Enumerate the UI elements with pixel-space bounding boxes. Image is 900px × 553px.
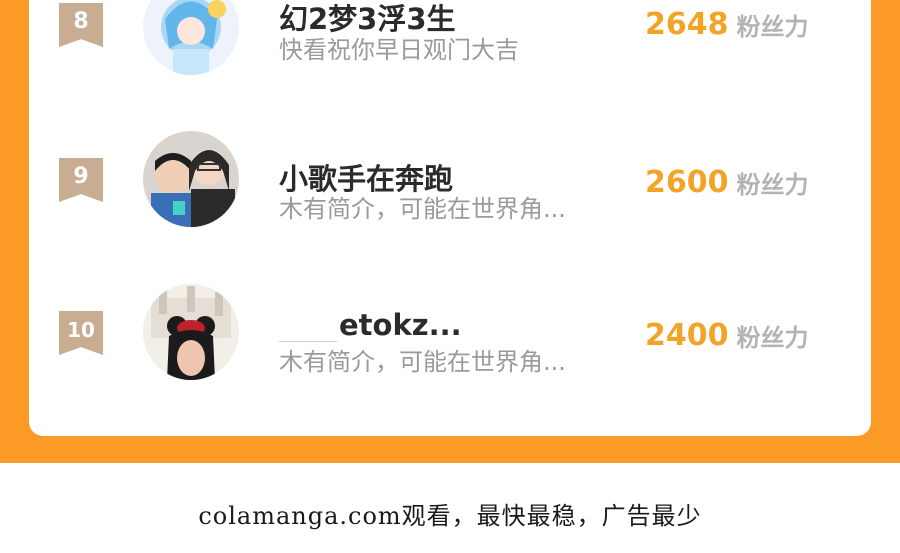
footer-watermark-text: colamanga.com观看，最快最稳，广告最少 [198, 502, 702, 530]
avatar[interactable] [143, 0, 239, 75]
user-bio: 快看祝你早日观门大吉 [279, 36, 519, 64]
leaderboard-row-10[interactable]: 10 etokz... 木有简介，可能在世界角... 2400 粉丝力 [29, 278, 871, 388]
user-name[interactable]: etokz... [279, 308, 462, 342]
user-name-text: etokz... [339, 308, 462, 342]
fans-value: 2648 [645, 7, 729, 42]
avatar[interactable] [143, 131, 239, 227]
fans-score: 2400 粉丝力 [645, 318, 809, 353]
leaderboard-row-8[interactable]: 8 幻2梦3浮3生 快看祝你早日观门大吉 2648 粉丝力 [29, 0, 871, 80]
leaderboard-row-9[interactable]: 9 小歌手在奔跑 木有简介，可能在世界角... 2600 粉丝力 [29, 125, 871, 235]
fans-value: 2600 [645, 165, 729, 200]
user-bio: 木有简介，可能在世界角... [279, 348, 566, 376]
fans-value: 2400 [645, 318, 729, 353]
rank-badge: 9 [59, 158, 103, 202]
rank-badge: 10 [59, 311, 103, 355]
name-underline [279, 315, 337, 342]
fans-unit: 粉丝力 [736, 324, 809, 352]
fans-unit: 粉丝力 [736, 13, 809, 41]
fans-unit: 粉丝力 [736, 171, 809, 199]
avatar[interactable] [143, 284, 239, 380]
fans-score: 2648 粉丝力 [645, 7, 809, 42]
user-bio: 木有简介，可能在世界角... [279, 195, 566, 223]
rank-badge: 8 [59, 3, 103, 47]
leaderboard-card: 8 幻2梦3浮3生 快看祝你早日观门大吉 2648 粉丝力 9 小歌手在奔跑 木… [29, 0, 871, 436]
fans-score: 2600 粉丝力 [645, 165, 809, 200]
